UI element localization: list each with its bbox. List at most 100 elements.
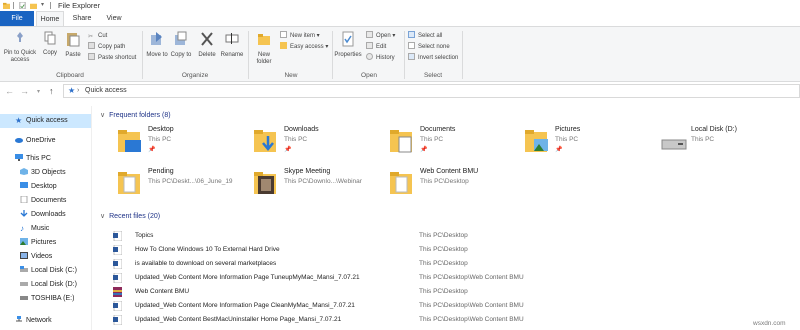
recent-files-header[interactable]: ∨ Recent files (20) [100, 212, 160, 220]
edit-icon [366, 42, 373, 49]
paste-button[interactable]: Paste [62, 31, 84, 59]
recent-file-row[interactable]: Web Content BMU This PC\Desktop [113, 285, 793, 299]
recent-file-row[interactable]: Updated_Web Content BestMacUninstaller H… [113, 313, 793, 327]
pin-icon[interactable]: 📌 [420, 146, 427, 153]
address-box[interactable]: ★ › Quick access [63, 84, 800, 98]
recent-file-row[interactable]: Updated_Web Content More Information Pag… [113, 271, 793, 285]
forward-arrow-icon[interactable]: → [20, 86, 29, 96]
copy-icon [44, 31, 56, 45]
collapse-chevron-icon[interactable]: ∨ [100, 111, 105, 119]
group-label-open: Open [361, 72, 377, 79]
folder-tile-documents[interactable]: Documents This PC 📌 [389, 124, 524, 164]
folder-tile-local-disk-d[interactable]: Local Disk (D:) This PC [660, 124, 795, 164]
sidebar-item-onedrive[interactable]: OneDrive [15, 134, 56, 148]
sidebar-item-local-disk-c[interactable]: Local Disk (C:) [20, 264, 77, 278]
back-arrow-icon[interactable]: ← [5, 86, 14, 96]
delete-button[interactable]: Delete [196, 31, 218, 59]
divider [332, 31, 333, 79]
folder-tile-desktop[interactable]: Desktop This PC 📌 [117, 124, 252, 164]
edit-button[interactable]: Edit [366, 42, 386, 52]
history-button[interactable]: History [366, 53, 395, 63]
pin-icon[interactable]: 📌 [284, 146, 291, 153]
new-item-button[interactable]: New item ▾ [280, 31, 320, 41]
customize-toolbar-icon[interactable]: ▾ [41, 1, 44, 8]
new-folder-button[interactable]: New folder [252, 31, 276, 66]
copy-path-button[interactable]: Copy path [88, 42, 125, 52]
sidebar-item-toshiba-e[interactable]: TOSHIBA (E:) [20, 292, 74, 306]
open-button[interactable]: Open ▾ [366, 31, 395, 41]
breadcrumb-chevron-icon: › [77, 87, 80, 94]
group-label-organize: Organize [181, 72, 209, 79]
navigation-pane: ★ Quick access OneDrive This PC 3D Object… [0, 106, 92, 330]
recent-file-row[interactable]: Topics This PC\Desktop [113, 229, 793, 243]
sidebar-item-downloads[interactable]: Downloads [20, 208, 66, 222]
recent-locations-chevron-icon[interactable]: ▾ [37, 88, 40, 95]
sidebar-item-music[interactable]: ♪ Music [20, 222, 49, 236]
documents-folder-icon [390, 130, 412, 153]
invert-selection-button[interactable]: Invert selection [408, 53, 458, 63]
usb-drive-icon [20, 296, 28, 300]
divider [13, 2, 14, 9]
copy-to-button[interactable]: Copy to [170, 31, 192, 59]
copy-button[interactable]: Copy [40, 31, 60, 57]
word-document-icon [113, 315, 122, 325]
word-document-icon [113, 231, 122, 241]
cube-icon [20, 168, 28, 175]
easy-access-button[interactable]: Easy access ▾ [280, 42, 328, 52]
select-none-button[interactable]: Select none [408, 42, 450, 52]
sidebar-item-videos[interactable]: Videos [20, 250, 52, 264]
word-document-icon [113, 301, 122, 311]
properties-icon[interactable] [19, 2, 26, 9]
paste-shortcut-icon [88, 53, 95, 60]
frequent-folders-header[interactable]: ∨ Frequent folders (8) [100, 111, 171, 119]
sidebar-item-3d-objects[interactable]: 3D Objects [20, 166, 66, 180]
move-to-button[interactable]: Move to [146, 31, 168, 59]
sidebar-item-documents[interactable]: Documents [20, 194, 66, 208]
properties-button[interactable]: Properties [334, 31, 362, 59]
word-document-icon [113, 273, 122, 283]
sidebar-item-desktop[interactable]: Desktop [20, 180, 57, 194]
up-arrow-icon[interactable]: ↑ [49, 86, 54, 96]
new-folder-quick-icon[interactable] [30, 2, 37, 9]
folder-tile-pending[interactable]: Pending This PC\Deskt...\06_June_19 [117, 166, 252, 206]
select-none-icon [408, 42, 415, 49]
pin-icon[interactable]: 📌 [148, 146, 155, 153]
sidebar-item-pictures[interactable]: Pictures [20, 236, 56, 250]
tab-share[interactable]: Share [68, 11, 96, 26]
downloads-folder-icon [254, 130, 276, 152]
rename-button[interactable]: Rename [220, 31, 244, 59]
copy-path-icon [88, 42, 95, 49]
recent-file-row[interactable]: How To Clone Windows 10 To External Hard… [113, 243, 793, 257]
pin-icon[interactable]: 📌 [555, 146, 562, 153]
select-all-button[interactable]: Select all [408, 31, 442, 41]
sidebar-item-network[interactable]: Network [15, 314, 52, 328]
folder-tile-downloads[interactable]: Downloads This PC 📌 [253, 124, 388, 164]
recent-file-row[interactable]: is available to download on several mark… [113, 257, 793, 271]
tab-view[interactable]: View [100, 11, 128, 26]
group-label-new: New [284, 72, 298, 79]
recent-file-row[interactable]: Updated_Web Content More Information Pag… [113, 299, 793, 313]
tab-home[interactable]: Home [36, 11, 64, 26]
folder-tile-web-content-bmu[interactable]: Web Content BMU This PC\Desktop [389, 166, 524, 206]
folder-tile-pictures[interactable]: Pictures This PC 📌 [524, 124, 659, 164]
documents-icon [20, 196, 28, 203]
history-icon [366, 53, 373, 60]
disk-drive-icon [661, 139, 687, 150]
cut-button[interactable]: ✂ Cut [88, 31, 107, 41]
divider [404, 31, 405, 79]
sidebar-item-local-disk-d[interactable]: Local Disk (D:) [20, 278, 77, 292]
paste-icon [67, 33, 80, 47]
folder-tile-skype-meeting[interactable]: Skype Meeting This PC\Downlo...\Webinar [253, 166, 388, 206]
sidebar-item-this-pc[interactable]: This PC [15, 152, 51, 166]
star-icon: ★ [68, 86, 76, 95]
ribbon: Pin to Quick access Copy Paste ✂ Cut Copy… [0, 26, 800, 82]
tab-file[interactable]: File [0, 11, 34, 26]
star-icon: ★ [15, 116, 23, 125]
collapse-chevron-icon[interactable]: ∨ [100, 212, 105, 220]
pin-to-quick-access-button[interactable]: Pin to Quick access [2, 31, 38, 64]
desktop-folder-icon [118, 130, 141, 152]
paste-shortcut-button[interactable]: Paste shortcut [88, 53, 136, 63]
sidebar-item-quick-access[interactable]: ★ Quick access [0, 114, 91, 128]
navigation-bar: ← → ▾ ↑ ★ › Quick access [0, 83, 800, 99]
delete-icon [201, 32, 213, 46]
